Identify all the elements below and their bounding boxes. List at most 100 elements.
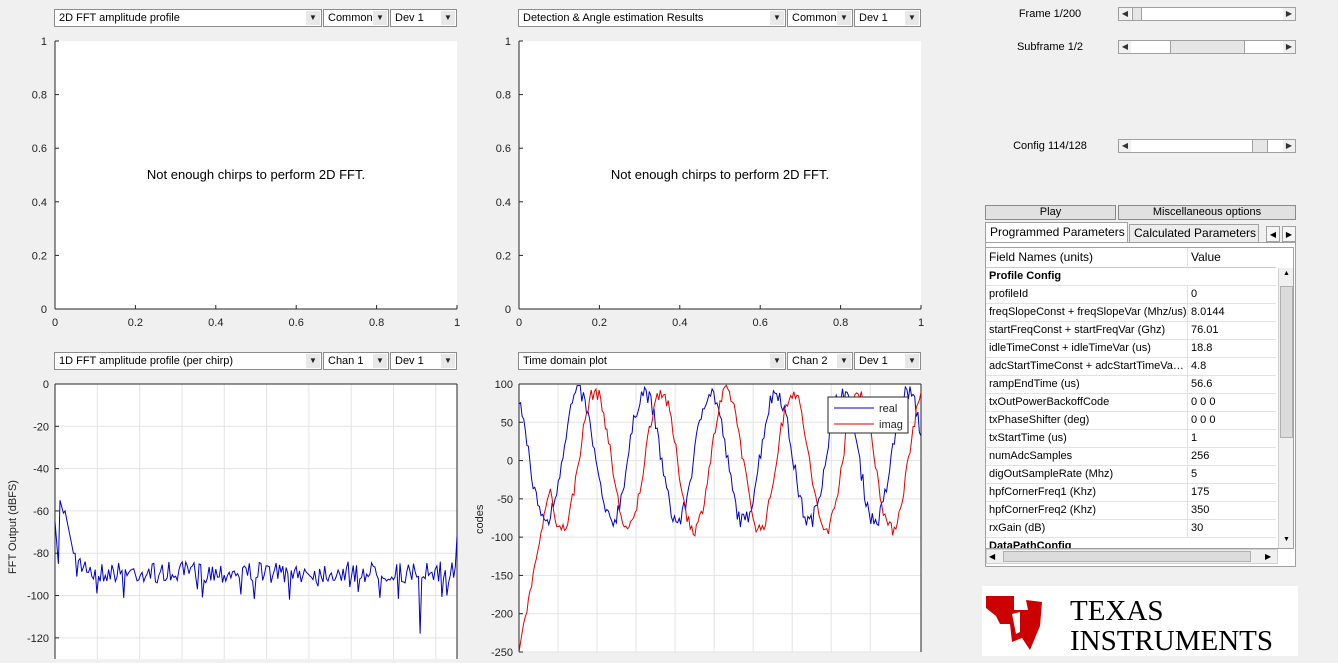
arrow-right-icon[interactable]: ▶	[1283, 140, 1295, 152]
x-tick-label: 0.8	[833, 317, 848, 329]
config-slider[interactable]: ◀ ▶	[1118, 139, 1296, 153]
chevron-down-icon: ▼	[441, 354, 455, 368]
column-divider	[1187, 466, 1188, 484]
field-value: 76.01	[1191, 324, 1219, 336]
arrow-left-icon[interactable]: ◀	[989, 551, 999, 563]
table-row[interactable]: startFreqConst + startFreqVar (Ghz) 76.01	[986, 322, 1276, 340]
x-tick-label: 1	[918, 317, 924, 329]
tab-programmed-parameters[interactable]: Programmed Parameters	[985, 222, 1128, 243]
field-value: 175	[1191, 486, 1210, 498]
table-vertical-scrollbar[interactable]: ▲ ▼	[1278, 268, 1293, 548]
table-group-row[interactable]: Profile Config	[986, 268, 1276, 286]
frame-slider-thumb[interactable]	[1132, 8, 1143, 20]
y-tick-label: -80	[33, 548, 49, 560]
table-horizontal-scrollbar[interactable]: ◀ ▶	[986, 549, 1278, 564]
plot-1d-fft: 0 -20 -40 -60 -80 -100 -120	[27, 379, 458, 659]
table-group-row[interactable]: DataPathConfig	[986, 538, 1276, 549]
table-row[interactable]: hpfCornerFreq2 (Khz) 350	[986, 502, 1276, 520]
arrow-up-icon[interactable]: ▲	[1281, 270, 1292, 280]
table-row[interactable]: adcStartTimeConst + adcStartTimeVar ... 4…	[986, 358, 1276, 376]
plot-select-1d[interactable]: 1D FFT amplitude profile (per chirp) ▼	[54, 352, 322, 370]
legend-imag-label: imag	[879, 419, 903, 431]
channel-select-1d[interactable]: Chan 1 ▼	[323, 352, 389, 370]
column-divider	[1187, 484, 1188, 502]
plot-select-detection[interactable]: Detection & Angle estimation Results ▼	[518, 9, 786, 27]
device-select-1d[interactable]: Dev 1 ▼	[390, 352, 457, 370]
field-value: 1	[1191, 432, 1198, 444]
column-divider	[1187, 358, 1188, 376]
field-value: 0 0 0	[1191, 414, 1216, 426]
table-row[interactable]: txPhaseShifter (deg) 0 0 0	[986, 412, 1276, 430]
tab-scroll-right-icon[interactable]: ▶	[1282, 226, 1296, 242]
arrow-down-icon[interactable]: ▼	[1281, 536, 1292, 546]
config-label: Config 114/128	[1013, 140, 1087, 152]
device-select-detection[interactable]: Dev 1 ▼	[854, 9, 921, 27]
chevron-down-icon: ▼	[905, 354, 919, 368]
subframe-slider[interactable]: ◀ ▶	[1118, 40, 1296, 54]
mode-select-2d[interactable]: Common ▼	[323, 9, 389, 27]
field-value: 0 0 0	[1191, 396, 1216, 408]
device-select-label: Dev 1	[395, 355, 424, 367]
plot-select-time[interactable]: Time domain plot ▼	[518, 352, 786, 370]
subframe-slider-thumb[interactable]	[1169, 41, 1245, 53]
play-button[interactable]: Play	[985, 205, 1116, 220]
logo-text-line2: INSTRUMENTS	[1070, 625, 1273, 656]
arrow-right-icon[interactable]: ▶	[1283, 41, 1295, 53]
plot-select-label: Time domain plot	[523, 355, 607, 367]
arrow-left-icon[interactable]: ◀	[1119, 140, 1131, 152]
chevron-down-icon: ▼	[373, 354, 387, 368]
field-name: profileId	[989, 288, 1029, 300]
table-row[interactable]: rxGain (dB) 30	[986, 520, 1276, 538]
y-tick-label: 100	[495, 379, 513, 391]
y-tick-label: -100	[27, 591, 49, 603]
plot-time-domain: 100 50 0 -50 -100 -150 -200 -250 real imag	[491, 379, 922, 659]
y-tick-label: 0.4	[496, 197, 511, 209]
chevron-down-icon: ▼	[837, 354, 851, 368]
y-tick-label: 1	[505, 36, 511, 48]
y-tick-label: 0.2	[496, 250, 511, 262]
field-name: txPhaseShifter (deg)	[989, 414, 1090, 426]
table-row[interactable]: idleTimeConst + idleTimeVar (us) 18.8	[986, 340, 1276, 358]
frame-slider[interactable]: ◀ ▶	[1118, 7, 1296, 21]
arrow-left-icon[interactable]: ◀	[1119, 41, 1131, 53]
column-divider	[1187, 430, 1188, 448]
field-name: idleTimeConst + idleTimeVar (us)	[989, 342, 1151, 354]
table-row[interactable]: hpfCornerFreq1 (Khz) 175	[986, 484, 1276, 502]
x-tick-label: 0.6	[289, 317, 304, 329]
plot-select-2d[interactable]: 2D FFT amplitude profile ▼	[54, 9, 322, 27]
y-axis-label: codes	[474, 504, 486, 534]
field-value: 18.8	[1191, 342, 1213, 354]
status-message: Not enough chirps to perform 2D FFT.	[611, 167, 829, 182]
column-divider	[1187, 248, 1188, 268]
y-tick-label: -40	[33, 464, 49, 476]
device-select-2d[interactable]: Dev 1 ▼	[390, 9, 457, 27]
field-value: 4.8	[1191, 360, 1207, 372]
arrow-left-icon[interactable]: ◀	[1119, 8, 1131, 20]
table-row[interactable]: rampEndTime (us) 56.6	[986, 376, 1276, 394]
x-tick-label: 0	[52, 317, 58, 329]
mode-select-detection[interactable]: Common ▼	[787, 9, 853, 27]
table-row[interactable]: digOutSampleRate (Mhz) 5	[986, 466, 1276, 484]
table-row[interactable]: txOutPowerBackoffCode 0 0 0	[986, 394, 1276, 412]
table-row[interactable]: numAdcSamples 256	[986, 448, 1276, 466]
misc-options-button[interactable]: Miscellaneous options	[1118, 205, 1296, 220]
device-select-time[interactable]: Dev 1 ▼	[854, 352, 921, 370]
field-name: adcStartTimeConst + adcStartTimeVar ...	[989, 360, 1187, 372]
channel-select-time[interactable]: Chan 2 ▼	[787, 352, 853, 370]
table-row[interactable]: freqSlopeConst + freqSlopeVar (Mhz/us) 8.…	[986, 304, 1276, 322]
y-tick-label: 50	[501, 417, 513, 429]
table-row[interactable]: txStartTime (us) 1	[986, 430, 1276, 448]
scrollbar-thumb[interactable]	[1003, 551, 1251, 562]
table-row[interactable]: profileId 0	[986, 286, 1276, 304]
y-tick-label: 0.6	[32, 143, 47, 155]
subframe-label: Subframe 1/2	[1016, 41, 1084, 53]
y-tick-label: -120	[27, 633, 49, 645]
config-slider-thumb[interactable]	[1252, 140, 1269, 152]
arrow-right-icon[interactable]: ▶	[1265, 551, 1275, 563]
x-tick-label: 0.4	[208, 317, 223, 329]
field-name: DataPathConfig	[989, 540, 1072, 549]
tab-scroll-left-icon[interactable]: ◀	[1266, 226, 1280, 242]
arrow-right-icon[interactable]: ▶	[1283, 8, 1295, 20]
scrollbar-thumb[interactable]	[1280, 286, 1293, 438]
tab-calculated-parameters[interactable]: Calculated Parameters	[1129, 224, 1259, 243]
